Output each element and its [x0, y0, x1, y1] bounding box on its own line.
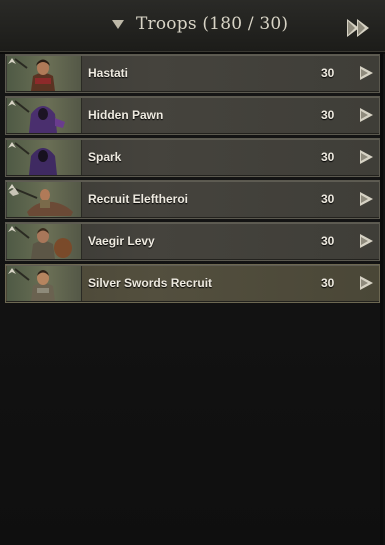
transfer-troop-button[interactable]: [356, 273, 376, 293]
arrow-right-icon: [360, 276, 373, 290]
transfer-all-button[interactable]: [344, 14, 374, 42]
troop-count: 30: [321, 276, 335, 290]
arrow-right-icon: [360, 234, 373, 248]
triangle-down-icon[interactable]: [112, 20, 124, 29]
troop-name: Spark: [88, 150, 122, 164]
troop-count: 30: [321, 108, 335, 122]
troop-row-spark[interactable]: Spark 30: [5, 138, 380, 177]
horseman-portrait-icon: [7, 182, 82, 217]
troop-count: 30: [321, 234, 335, 248]
transfer-troop-button[interactable]: [356, 63, 376, 83]
hooded-figure-portrait-icon: [7, 98, 82, 133]
chevron-up-icon: [8, 142, 16, 148]
troop-count: 30: [321, 150, 335, 164]
shield-bearer-portrait-icon: [7, 224, 82, 259]
troop-name: Vaegir Levy: [88, 234, 155, 248]
double-arrow-right-icon: [347, 19, 369, 37]
troop-row-hastati[interactable]: Hastati 30: [5, 54, 380, 93]
arrow-right-icon: [360, 150, 373, 164]
transfer-troop-button[interactable]: [356, 147, 376, 167]
troops-header[interactable]: Troops (180 / 30): [0, 0, 385, 54]
soldier-portrait-icon: [7, 56, 82, 91]
panel-edge: [380, 52, 383, 545]
troop-name: Hastati: [88, 66, 129, 80]
troop-row-recruit-eleftheroi[interactable]: Recruit Eleftheroi 30: [5, 180, 380, 219]
hooded-figure-portrait-icon: [7, 140, 82, 175]
troop-name: Hidden Pawn: [88, 108, 164, 122]
chevron-up-icon: [8, 184, 16, 190]
arrow-right-icon: [360, 108, 373, 122]
troop-count: 30: [321, 192, 335, 206]
troop-row-hidden-pawn[interactable]: Hidden Pawn 30: [5, 96, 380, 135]
troop-row-vaegir-levy[interactable]: Vaegir Levy 30: [5, 222, 380, 261]
arrow-right-icon: [360, 192, 373, 206]
transfer-troop-button[interactable]: [356, 189, 376, 209]
soldier-portrait-icon: [7, 266, 82, 301]
troops-title-wrap[interactable]: Troops (180 / 30): [112, 14, 288, 34]
transfer-troop-button[interactable]: [356, 231, 376, 251]
troop-list: Hastati 30 Hidden Pawn 30 Spark 30 Recru…: [5, 54, 380, 306]
chevron-up-icon: [8, 268, 16, 274]
chevron-up-icon: [8, 58, 16, 64]
arrow-right-icon: [360, 66, 373, 80]
transfer-troop-button[interactable]: [356, 105, 376, 125]
chevron-up-icon: [8, 226, 16, 232]
troops-panel: Troops (180 / 30) Hastati 30 Hidden Pawn…: [0, 0, 385, 545]
chevron-up-icon: [8, 100, 16, 106]
troop-row-silver-swords-recruit[interactable]: Silver Swords Recruit 30: [5, 264, 380, 303]
troop-count: 30: [321, 66, 335, 80]
troop-name: Silver Swords Recruit: [88, 276, 213, 290]
troop-name: Recruit Eleftheroi: [88, 192, 189, 206]
troops-title: Troops (180 / 30): [136, 14, 289, 34]
